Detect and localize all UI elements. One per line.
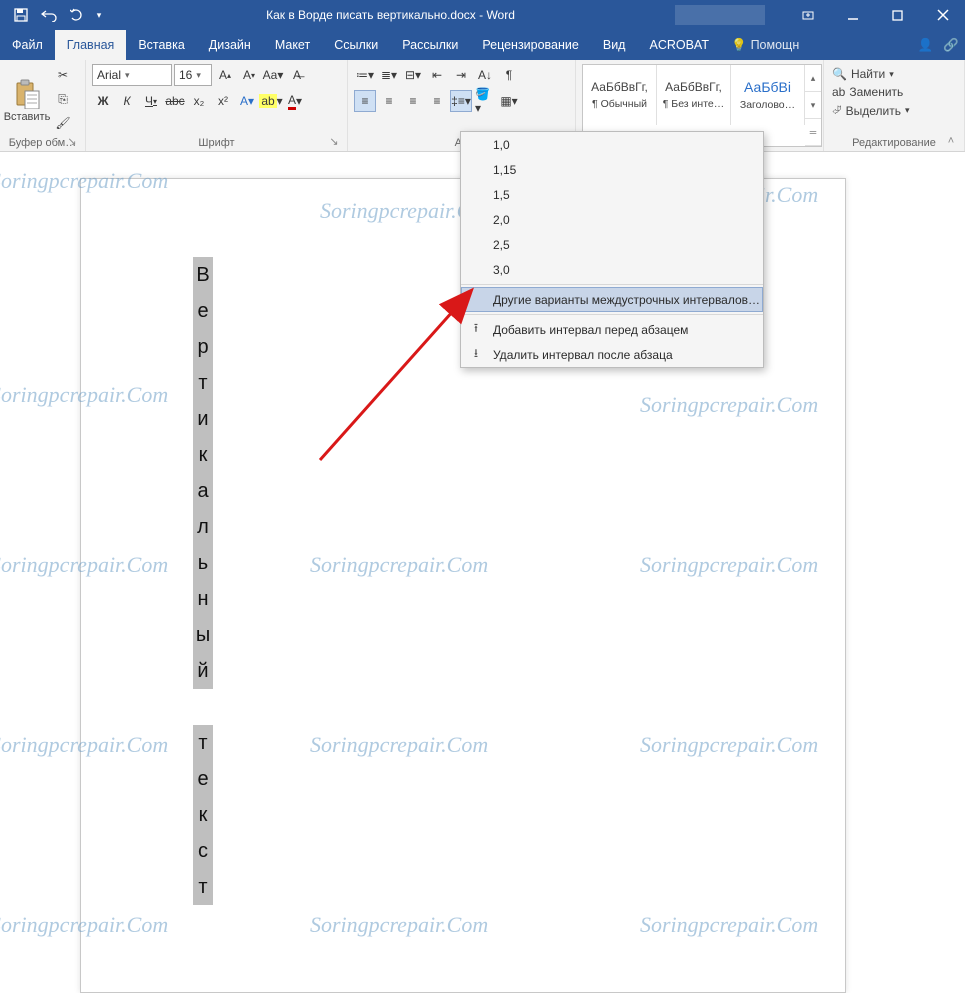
multilevel-button[interactable]: ⊟▾ <box>402 64 424 86</box>
space-before-icon: ⭱ <box>467 319 485 340</box>
maximize-button[interactable] <box>875 0 920 30</box>
font-name-combo[interactable]: Arial▾ <box>92 64 172 86</box>
window-controls <box>785 0 965 30</box>
grow-font-button[interactable]: A▴ <box>214 64 236 86</box>
italic-button[interactable]: К <box>116 90 138 112</box>
numbering-button[interactable]: ≣▾ <box>378 64 400 86</box>
line-spacing-dropdown: 1,0 1,15 1,5 2,0 2,5 3,0 Другие варианты… <box>460 131 764 368</box>
vertical-text-selection[interactable]: Вертикальныйтекст <box>193 257 213 905</box>
group-font: Arial▾ 16▾ A▴ A▾ Aa▾ A̶ Ж К Ч▾ abc x₂ x²… <box>86 60 348 151</box>
spacing-option-1-0[interactable]: 1,0 <box>461 132 763 157</box>
show-marks-button[interactable]: ¶ <box>498 64 520 86</box>
group-clipboard: Вставить ✂ ⎘ 🖌 Буфер обм…↘ <box>0 60 86 151</box>
group-editing: 🔍Найти ▾ abЗаменить ⮰Выделить ▾ Редактир… <box>824 60 965 151</box>
customize-qat-button[interactable]: ▾ <box>92 3 106 27</box>
lightbulb-icon: 💡 <box>731 38 747 53</box>
tab-mailings[interactable]: Рассылки <box>390 30 470 60</box>
align-left-button[interactable]: ≡ <box>354 90 376 112</box>
spacing-option-1-5[interactable]: 1,5 <box>461 182 763 207</box>
window-title: Как в Ворде писать вертикально.docx - Wo… <box>106 8 675 22</box>
shading-button[interactable]: 🪣▾ <box>474 90 496 112</box>
strikethrough-button[interactable]: abc <box>164 90 186 112</box>
align-center-button[interactable]: ≡ <box>378 90 400 112</box>
decrease-indent-button[interactable]: ⇤ <box>426 64 448 86</box>
clear-formatting-button[interactable]: A̶ <box>286 64 308 86</box>
paste-button[interactable]: Вставить <box>6 64 48 135</box>
tell-me[interactable]: 💡Помощн <box>721 30 809 60</box>
undo-button[interactable] <box>36 3 62 27</box>
spacing-option-1-15[interactable]: 1,15 <box>461 157 763 182</box>
bold-button[interactable]: Ж <box>92 90 114 112</box>
font-dialog-launcher[interactable]: ↘ <box>327 135 341 149</box>
tab-acrobat[interactable]: ACROBAT <box>637 30 721 60</box>
copy-button[interactable]: ⎘ <box>52 88 74 110</box>
close-button[interactable] <box>920 0 965 30</box>
superscript-button[interactable]: x² <box>212 90 234 112</box>
borders-button[interactable]: ▦▾ <box>498 90 520 112</box>
spacing-option-2-5[interactable]: 2,5 <box>461 232 763 257</box>
tab-home[interactable]: Главная <box>55 30 127 60</box>
spacing-options-more[interactable]: Другие варианты междустрочных интервалов… <box>461 287 763 312</box>
tab-view[interactable]: Вид <box>591 30 638 60</box>
spacing-option-2-0[interactable]: 2,0 <box>461 207 763 232</box>
space-after-icon: ⭳ <box>467 344 485 365</box>
bullets-button[interactable]: ≔▾ <box>354 64 376 86</box>
highlight-button[interactable]: ab▾ <box>260 90 282 112</box>
ribbon-options-button[interactable] <box>785 0 830 30</box>
replace-button[interactable]: abЗаменить <box>830 84 912 100</box>
align-right-button[interactable]: ≡ <box>402 90 424 112</box>
shrink-font-button[interactable]: A▾ <box>238 64 260 86</box>
increase-indent-button[interactable]: ⇥ <box>450 64 472 86</box>
tab-layout[interactable]: Макет <box>263 30 322 60</box>
tab-insert[interactable]: Вставка <box>126 30 196 60</box>
tab-design[interactable]: Дизайн <box>197 30 263 60</box>
style-heading1[interactable]: АаБбВіЗаголово… <box>731 65 805 125</box>
tab-review[interactable]: Рецензирование <box>470 30 591 60</box>
share-icon[interactable]: 🔗 <box>943 38 959 53</box>
change-case-button[interactable]: Aa▾ <box>262 64 284 86</box>
quick-access-toolbar: ▾ <box>0 3 106 27</box>
tab-references[interactable]: Ссылки <box>322 30 390 60</box>
clipboard-dialog-launcher[interactable]: ↘ <box>65 135 79 149</box>
replace-icon: ab <box>832 85 845 99</box>
remove-space-after-paragraph[interactable]: ⭳Удалить интервал после абзаца <box>461 342 763 367</box>
redo-button[interactable] <box>64 3 90 27</box>
cut-button[interactable]: ✂ <box>52 64 74 86</box>
user-badge[interactable] <box>675 5 765 25</box>
justify-button[interactable]: ≡ <box>426 90 448 112</box>
font-size-combo[interactable]: 16▾ <box>174 64 212 86</box>
subscript-button[interactable]: x₂ <box>188 90 210 112</box>
save-button[interactable] <box>8 3 34 27</box>
search-icon: 🔍 <box>832 67 847 81</box>
select-button[interactable]: ⮰Выделить ▾ <box>830 102 912 119</box>
styles-more[interactable]: ▴▾＝ <box>805 65 821 146</box>
cursor-icon: ⮰ <box>832 103 842 118</box>
collapse-ribbon-button[interactable]: ˄ <box>944 135 958 149</box>
spacing-option-3-0[interactable]: 3,0 <box>461 257 763 282</box>
format-painter-button[interactable]: 🖌 <box>52 112 74 134</box>
font-color-button[interactable]: A▾ <box>284 90 306 112</box>
underline-button[interactable]: Ч▾ <box>140 90 162 112</box>
group-label-editing: Редактирование <box>852 137 936 149</box>
title-bar: ▾ Как в Ворде писать вертикально.docx - … <box>0 0 965 30</box>
style-normal[interactable]: АаБбВвГг,¶ Обычный <box>583 65 657 125</box>
add-space-before-paragraph[interactable]: ⭱Добавить интервал перед абзацем <box>461 317 763 342</box>
sort-button[interactable]: A↓ <box>474 64 496 86</box>
group-label-font: Шрифт <box>198 137 234 149</box>
line-spacing-button[interactable]: ‡≡▾ <box>450 90 472 112</box>
minimize-button[interactable] <box>830 0 875 30</box>
style-no-spacing[interactable]: АаБбВвГг,¶ Без инте… <box>657 65 731 125</box>
account-icon[interactable]: 👤 <box>918 38 934 53</box>
tab-file[interactable]: Файл <box>0 30 55 60</box>
text-effects-button[interactable]: A▾ <box>236 90 258 112</box>
ribbon-tabs: Файл Главная Вставка Дизайн Макет Ссылки… <box>0 30 965 60</box>
find-button[interactable]: 🔍Найти ▾ <box>830 66 912 82</box>
